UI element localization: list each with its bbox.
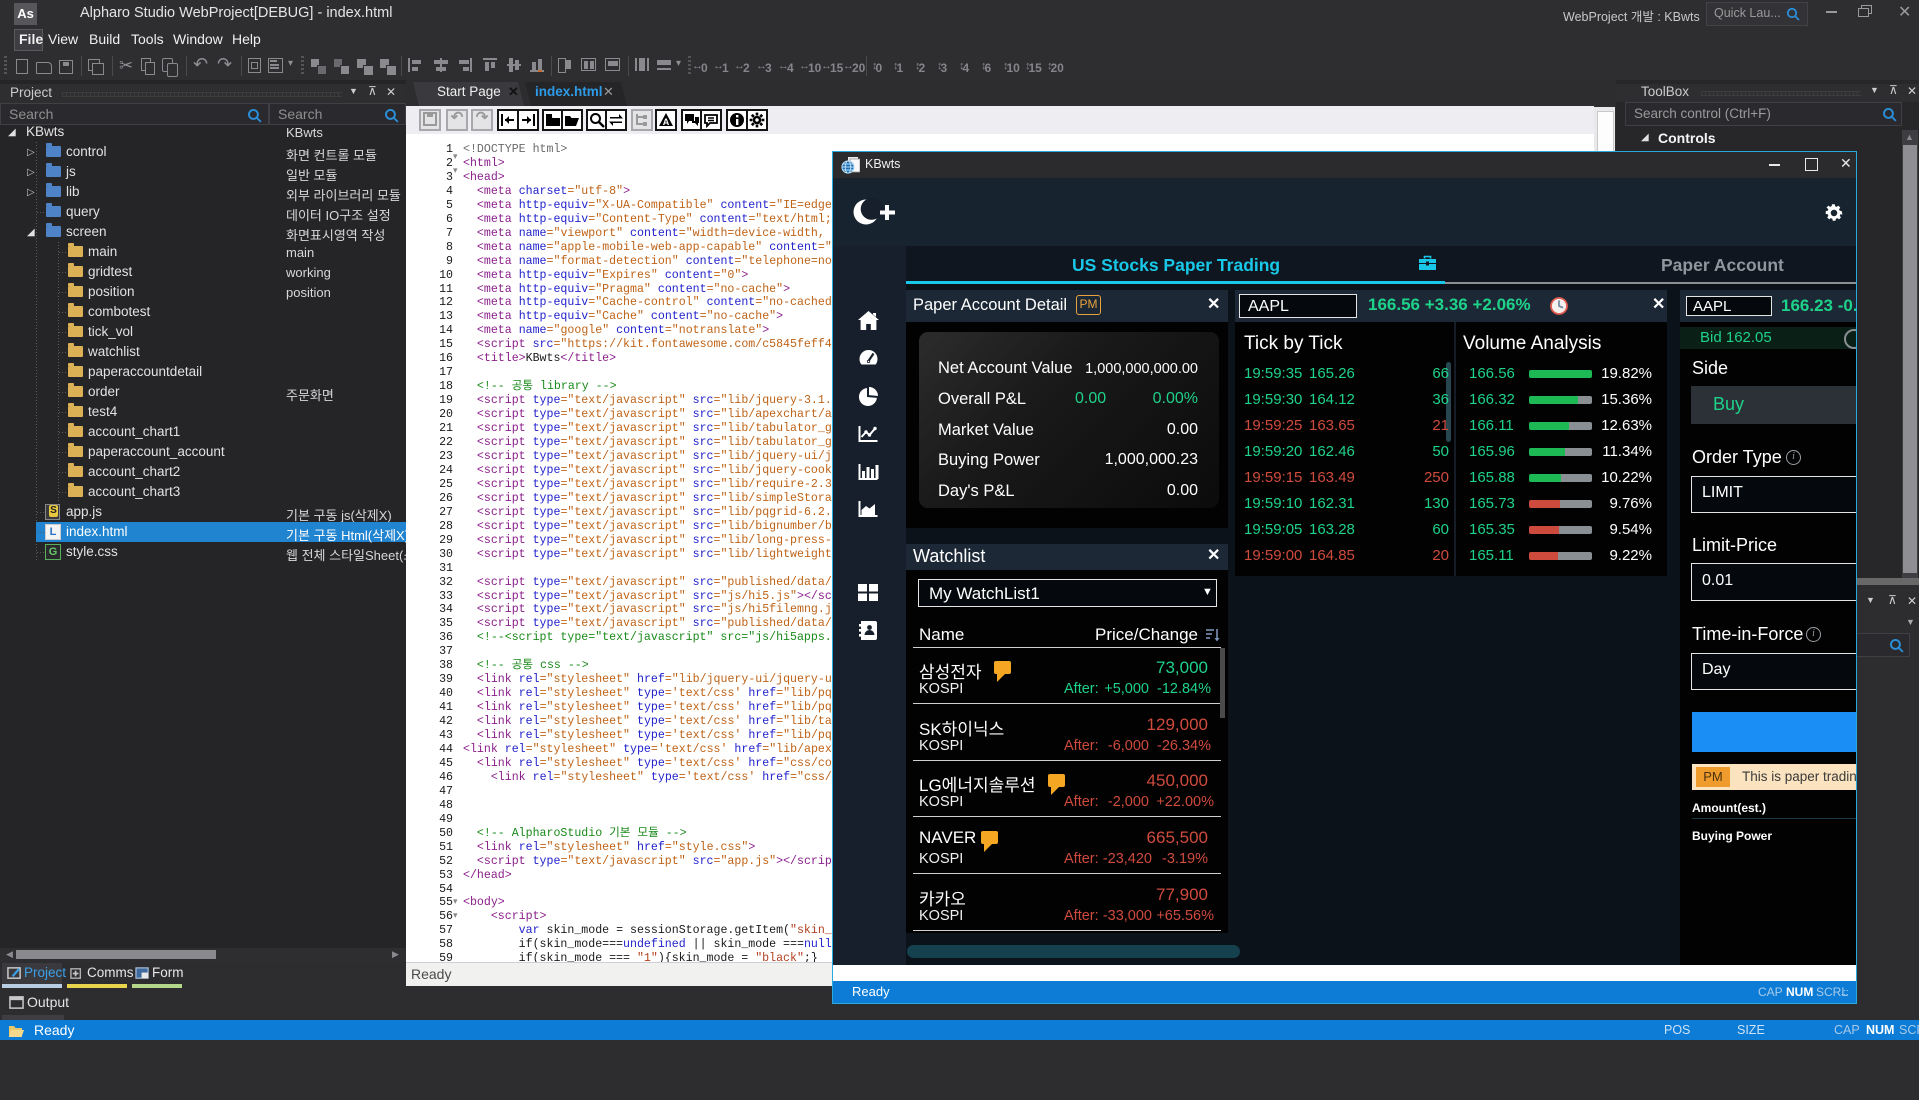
svg-text:A: A xyxy=(663,117,670,127)
